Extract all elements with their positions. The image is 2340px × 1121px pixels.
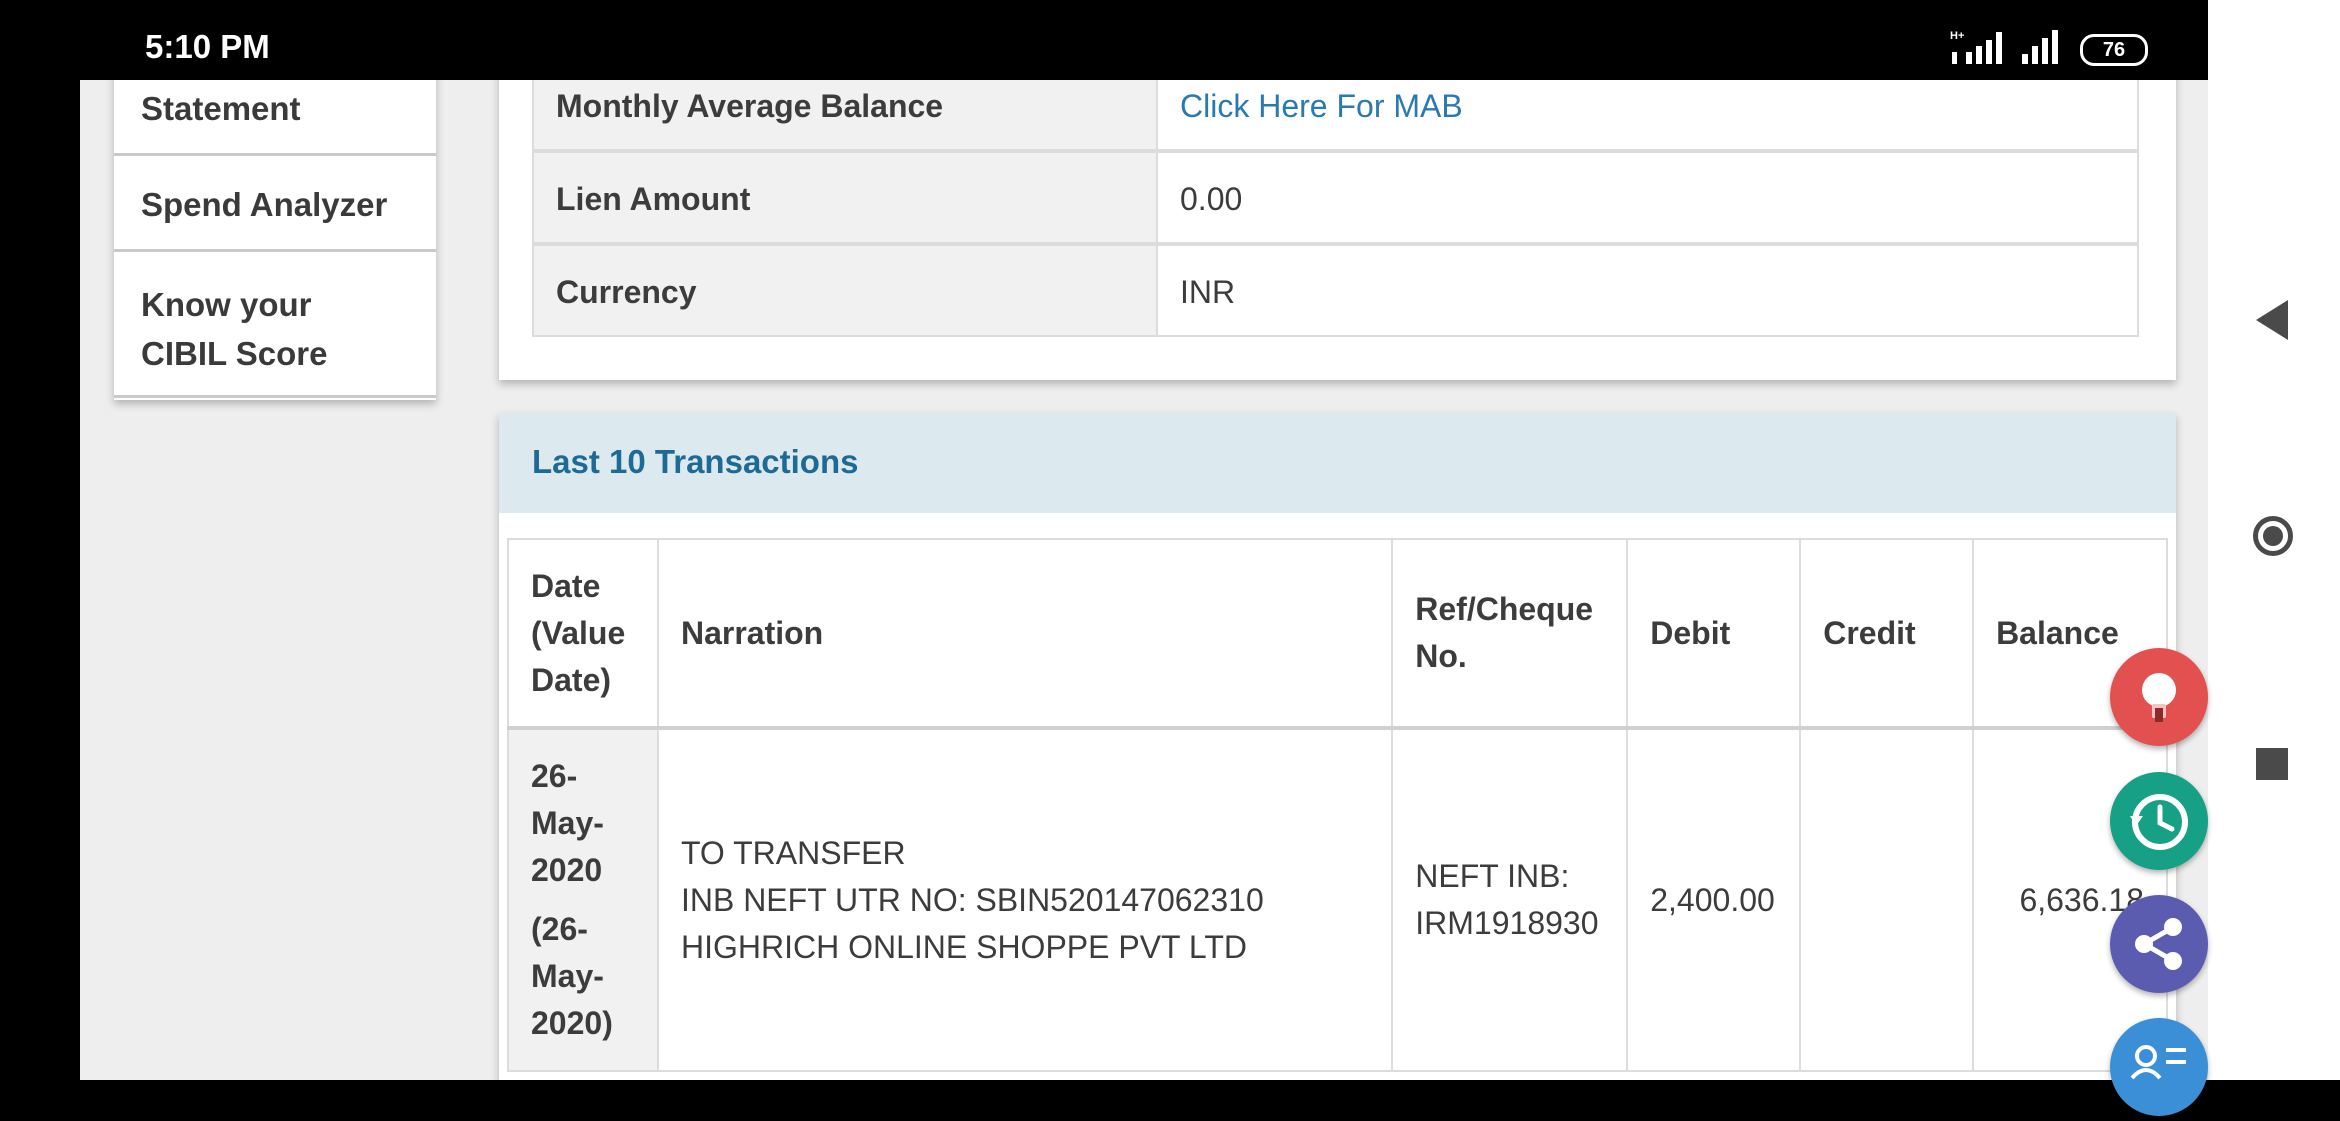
sidebar-item-label: Know your CIBIL Score	[141, 286, 328, 372]
column-header-narration: Narration	[656, 538, 1394, 729]
detail-row-mab: Monthly Average Balance Click Here For M…	[532, 80, 2139, 151]
sidebar-item-cibil-score[interactable]: Know your CIBIL Score	[114, 252, 436, 398]
contact-list-icon	[2130, 1045, 2186, 1080]
detail-row-lien: Lien Amount 0.00	[532, 151, 2139, 244]
detail-value: INR	[1180, 274, 1236, 310]
transactions-header: Last 10 Transactions	[499, 413, 2176, 513]
sidebar-item-label: Statement	[141, 90, 301, 127]
column-header-date: Date (Value Date)	[507, 538, 659, 729]
cell-ref: NEFT INB: IRM1918930	[1391, 727, 1629, 1072]
cell-narration: TO TRANSFER INB NEFT UTR NO: SBIN5201470…	[656, 727, 1394, 1072]
transactions-card: Last 10 Transactions Date (Value Date) N…	[499, 413, 2176, 1080]
share-icon	[2135, 918, 2182, 970]
battery-icon: 76	[2080, 34, 2148, 66]
recent-apps-icon[interactable]	[2256, 748, 2288, 780]
cell-debit: 2,400.00	[1626, 727, 1802, 1072]
detail-label: Monthly Average Balance	[556, 88, 944, 124]
narration-line: HIGHRICH ONLINE SHOPPE PVT LTD	[680, 928, 1247, 965]
signal-icon	[2022, 30, 2058, 64]
detail-label: Lien Amount	[556, 181, 751, 217]
page-content: Statement Spend Analyzer Know your CIBIL…	[80, 80, 2208, 1080]
txn-value-date: (26-May-2020)	[531, 911, 613, 1041]
transactions-title: Last 10 Transactions	[532, 443, 859, 480]
sidebar-item-statement[interactable]: Statement	[114, 80, 436, 156]
share-fab[interactable]	[2110, 895, 2208, 993]
sidebar-menu: Statement Spend Analyzer Know your CIBIL…	[114, 80, 436, 400]
ref-line: NEFT INB:	[1415, 858, 1570, 894]
system-nav-bar	[2208, 0, 2340, 1080]
column-header-credit: Credit	[1799, 538, 1975, 729]
detail-row-currency: Currency INR	[532, 244, 2139, 337]
ref-line: IRM1918930	[1415, 905, 1599, 941]
sidebar-item-spend-analyzer[interactable]: Spend Analyzer	[114, 156, 436, 252]
column-header-ref: Ref/Cheque No.	[1391, 538, 1629, 729]
narration-line: INB NEFT UTR NO: SBIN520147062310	[680, 881, 1264, 918]
contact-fab[interactable]	[2110, 1018, 2208, 1116]
narration-line: TO TRANSFER	[680, 834, 906, 871]
table-header-row: Date (Value Date) Narration Ref/Cheque N…	[507, 538, 2168, 729]
tips-fab[interactable]	[2110, 648, 2208, 746]
detail-label: Currency	[556, 274, 697, 310]
svg-text:H+: H+	[1950, 30, 1964, 42]
sidebar-item-label: Spend Analyzer	[141, 186, 388, 223]
column-header-debit: Debit	[1626, 538, 1802, 729]
lightbulb-icon	[2142, 673, 2176, 722]
back-icon[interactable]	[2256, 300, 2288, 340]
cell-credit	[1799, 727, 1975, 1072]
transactions-table: Date (Value Date) Narration Ref/Cheque N…	[507, 538, 2168, 1072]
history-icon	[2130, 794, 2188, 850]
status-bar: 5:10 PM H+ 76	[0, 0, 2208, 80]
status-time: 5:10 PM	[145, 28, 270, 65]
history-fab[interactable]	[2110, 772, 2208, 870]
mab-link[interactable]: Click Here For MAB	[1180, 88, 1463, 125]
mobile-signal-icon: H+	[1950, 30, 2002, 64]
table-row: 26-May-2020 (26-May-2020) TO TRANSFER IN…	[507, 727, 2168, 1072]
detail-value: 0.00	[1180, 181, 1243, 217]
home-icon[interactable]	[2253, 516, 2293, 556]
cell-date: 26-May-2020 (26-May-2020)	[507, 727, 659, 1072]
txn-date: 26-May-2020	[531, 758, 604, 888]
